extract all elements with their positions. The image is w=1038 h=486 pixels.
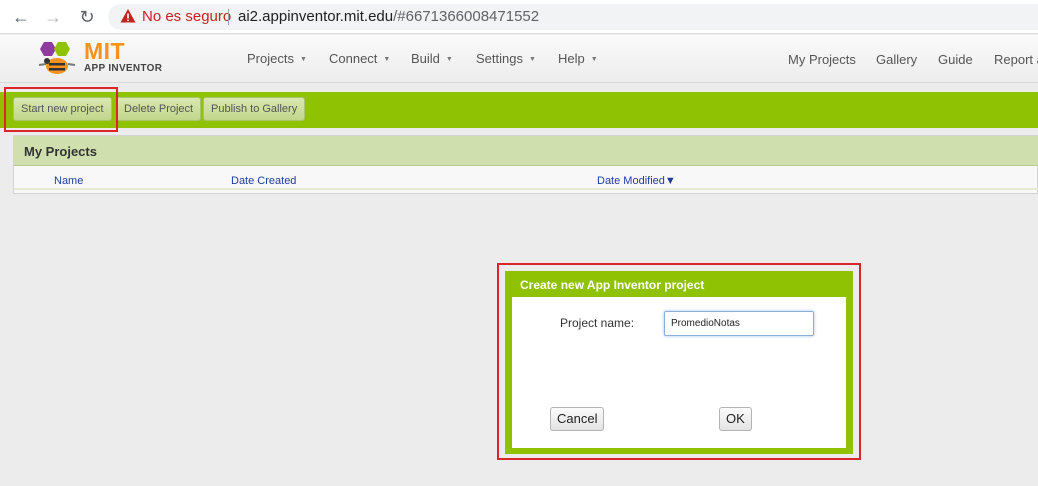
projects-panel: My Projects Name Date Created Date Modif… [13, 135, 1038, 194]
project-name-label: Project name: [560, 316, 635, 330]
project-name-input[interactable] [664, 311, 814, 336]
app-header: MIT APP INVENTOR Projects ▼ Connect ▼ Buil… [0, 35, 1038, 83]
forward-arrow-icon[interactable]: → [42, 6, 64, 28]
menu-label: Settings [476, 51, 523, 66]
create-project-dialog: Create new App Inventor project Project … [505, 271, 853, 454]
cancel-button[interactable]: Cancel [550, 407, 605, 431]
caret-down-icon: ▼ [445, 56, 453, 63]
link-gallery[interactable]: Gallery [876, 52, 917, 68]
url-text[interactable]: ai2.appinventor.mit.edu/#667136600847155… [238, 8, 539, 26]
dialog-body: Project name: Cancel OK [512, 297, 846, 448]
app-inventor-bee-logo-icon[interactable] [36, 39, 78, 79]
link-guide[interactable]: Guide [938, 52, 973, 68]
column-date-created[interactable]: Date Created [231, 174, 296, 188]
address-divider [228, 9, 229, 25]
projects-title: My Projects [24, 144, 97, 159]
back-arrow-icon[interactable]: ← [10, 6, 32, 28]
url-host: ai2.appinventor.mit.edu [238, 8, 394, 25]
projects-title-bar: My Projects [14, 136, 1038, 166]
address-bar[interactable]: No es seguro ai2.appinventor.mit.edu/#66… [108, 4, 1038, 30]
menu-projects[interactable]: Projects ▼ [247, 51, 307, 68]
menu-label: Connect [329, 51, 378, 66]
menu-build[interactable]: Build ▼ [411, 51, 453, 68]
menu-label: Build [411, 51, 440, 66]
dialog-title: Create new App Inventor project [520, 278, 705, 292]
reload-icon[interactable]: ↻ [76, 6, 98, 28]
caret-down-icon: ▼ [383, 56, 391, 63]
project-toolbar: Start new project Delete Project Publish… [0, 92, 1038, 128]
menu-settings[interactable]: Settings ▼ [476, 51, 536, 68]
link-my-projects[interactable]: My Projects [788, 52, 856, 68]
column-name[interactable]: Name [54, 174, 83, 188]
table-divider [14, 188, 1038, 190]
logo-title: MIT [84, 38, 126, 64]
caret-down-icon: ▼ [299, 56, 307, 63]
url-path: /#6671366008471552 [393, 8, 540, 25]
browser-toolbar: ← → ↻ No es seguro ai2.appinventor.mit.e… [0, 0, 1038, 34]
menu-connect[interactable]: Connect ▼ [329, 51, 390, 68]
menu-label: Projects [247, 51, 294, 66]
security-status-text[interactable]: No es seguro [142, 8, 231, 26]
publish-to-gallery-button[interactable]: Publish to Gallery [203, 97, 306, 121]
column-date-modified[interactable]: Date Modified▼ [597, 174, 676, 188]
caret-down-icon: ▼ [528, 56, 536, 63]
caret-down-icon: ▼ [590, 56, 598, 63]
menu-label: Help [558, 51, 585, 66]
menu-help[interactable]: Help ▼ [558, 51, 598, 68]
highlight-box-start-project [4, 87, 118, 132]
logo-subtitle: APP INVENTOR [84, 63, 163, 74]
ok-button[interactable]: OK [719, 407, 752, 431]
warning-triangle-icon[interactable] [120, 8, 136, 24]
link-report[interactable]: Report a [994, 52, 1038, 68]
delete-project-button[interactable]: Delete Project [116, 97, 202, 121]
